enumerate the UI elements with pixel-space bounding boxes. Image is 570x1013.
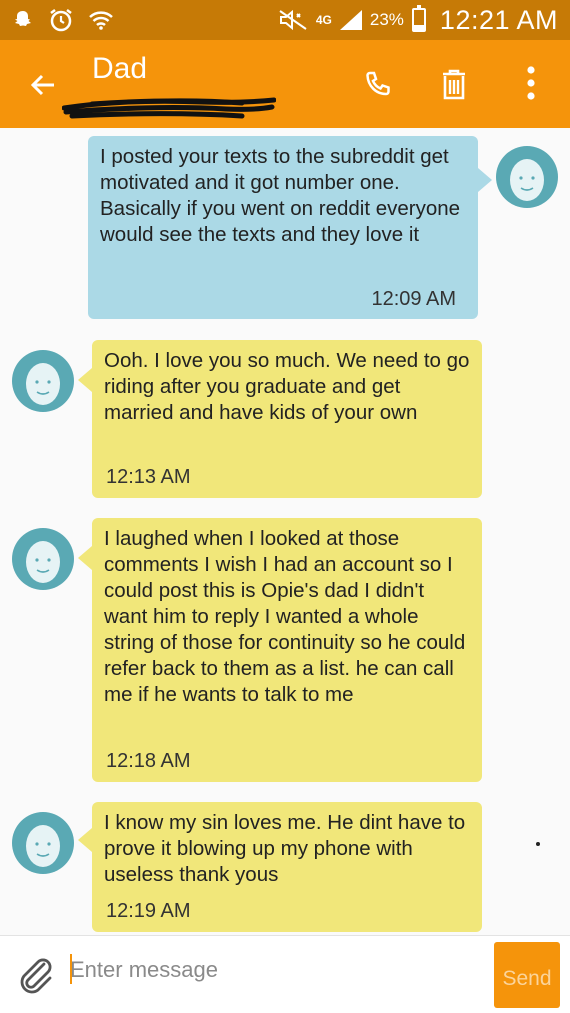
snapchat-icon — [15, 11, 31, 26]
bubble-tail — [78, 546, 92, 570]
system-status: 4G 23% 12:21 AM — [278, 0, 558, 40]
person-icon — [26, 825, 60, 867]
message-time: 12:13 AM — [106, 466, 191, 488]
screen-speck — [536, 842, 540, 846]
app-bar: Dad — [0, 40, 570, 128]
status-bar: 4G 23% 12:21 AM — [0, 0, 570, 40]
mute-icon — [279, 9, 307, 31]
notification-icons — [12, 6, 114, 34]
attach-icon[interactable] — [16, 954, 56, 994]
avatar[interactable] — [12, 350, 74, 412]
bubble-tail — [78, 828, 92, 852]
text-cursor — [70, 954, 72, 984]
bubble-tail — [478, 168, 492, 192]
message-bubble-received[interactable]: I know my sin loves me. He dint have to … — [92, 802, 482, 932]
avatar[interactable] — [496, 146, 558, 208]
person-icon — [26, 363, 60, 405]
message-input[interactable] — [70, 950, 470, 990]
status-time: 12:21 AM — [439, 4, 558, 35]
message-text: I posted your texts to the subreddit get… — [100, 145, 461, 246]
battery-percent: 23% — [369, 10, 404, 29]
message-text: I laughed when I looked at those comment… — [104, 527, 466, 706]
message-bubble-received[interactable]: Ooh. I love you so much. We need to go r… — [92, 340, 482, 498]
send-button[interactable]: Send — [494, 942, 560, 1008]
alarm-icon — [50, 9, 72, 32]
avatar[interactable] — [12, 528, 74, 590]
signal-icon — [339, 10, 362, 30]
network-type: 4G — [315, 13, 332, 27]
message-time: 12:09 AM — [371, 288, 456, 310]
person-icon — [26, 541, 60, 583]
more-vert-icon[interactable] — [526, 64, 536, 102]
battery-icon — [411, 5, 426, 32]
phone-icon[interactable] — [364, 70, 392, 98]
back-arrow-icon[interactable] — [28, 70, 58, 100]
message-time: 12:18 AM — [106, 750, 191, 772]
conversation-thread[interactable]: I posted your texts to the subreddit get… — [0, 128, 570, 935]
avatar[interactable] — [12, 812, 74, 874]
message-time: 12:19 AM — [106, 900, 191, 922]
person-icon — [510, 159, 544, 201]
contact-name: Dad — [92, 52, 148, 85]
redaction-scribble — [62, 97, 276, 119]
message-composer: Send — [0, 935, 570, 1013]
bubble-tail — [78, 368, 92, 392]
message-bubble-sent[interactable]: I posted your texts to the subreddit get… — [88, 136, 478, 319]
message-text: Ooh. I love you so much. We need to go r… — [104, 349, 470, 424]
battery-level-fill — [413, 25, 424, 30]
trash-icon[interactable] — [440, 68, 468, 100]
wifi-icon — [89, 11, 113, 30]
message-text: I know my sin loves me. He dint have to … — [104, 811, 466, 886]
message-bubble-received[interactable]: I laughed when I looked at those comment… — [92, 518, 482, 782]
